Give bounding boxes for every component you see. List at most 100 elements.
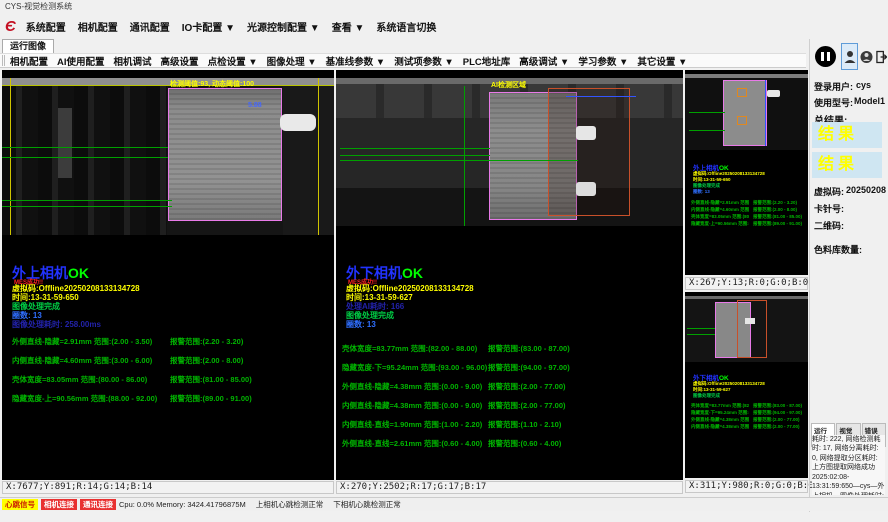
toolbar-item-baseline-params[interactable]: 基准线参数 ▼ xyxy=(326,54,386,68)
thumb-top-cursor-status: X:267;Y:13;R:0;G:0;B:0 xyxy=(685,277,808,290)
green-vertical-line xyxy=(464,86,465,226)
machine-rail xyxy=(685,296,808,299)
exit-door-icon xyxy=(876,50,887,64)
user-icon xyxy=(844,50,856,64)
alarm-range-text: 报警范围:(0.60 - 4.00) xyxy=(488,438,561,449)
loop-count: 圈数: 13 xyxy=(346,319,376,330)
measurement-text: 壳体宽度=83.05mm 范围:(80.00 - 86.00) xyxy=(12,374,147,385)
machine-frame xyxy=(2,86,167,235)
tab-run-image[interactable]: 运行图像 xyxy=(2,39,54,53)
login-user-value: cys xyxy=(856,80,871,90)
menu-item-view[interactable]: 查看 ▼ xyxy=(332,19,365,34)
orange-ai-box xyxy=(737,88,747,97)
alarm-range-text: 报警范围:(81.00 - 85.00) xyxy=(170,374,252,385)
measurement-text: 内侧直线-隐藏=4.60mm 范围:(3.00 - 6.00) xyxy=(12,355,152,366)
white-connector xyxy=(767,90,780,97)
exit-button[interactable] xyxy=(875,43,888,70)
menu-item-light-config[interactable]: 光源控制配置 ▼ xyxy=(247,19,320,34)
menu-item-camera-config[interactable]: 相机配置 xyxy=(78,19,118,34)
measurement-text: 壳体宽度=83.05mm 范围:(80.00 - 86.00) xyxy=(691,214,749,220)
alarm-range-text: 报警范围:(2.20 - 3.20) xyxy=(753,200,797,206)
login-user-label: 登录用户: xyxy=(814,80,853,93)
heartbeat-badge: 心跳信号 xyxy=(2,499,38,510)
green-measure-line xyxy=(340,155,490,156)
alarm-range-text: 报警范围:(2.00 - 77.00) xyxy=(488,400,566,411)
lower-camera-heartbeat-status: 下相机心跳检测正常 xyxy=(333,499,401,510)
toolbar-grip[interactable] xyxy=(2,55,5,66)
part-texture xyxy=(169,89,281,220)
alarm-range-text: 报警范围:(2.00 - 8.00) xyxy=(753,207,797,213)
menu-item-io-config[interactable]: IO卡配置 ▼ xyxy=(182,19,235,34)
measurement-text: 内侧直线-直线=1.90mm 范围:(1.00 - 2.20) xyxy=(342,419,482,430)
measurement-text: 隐藏宽度-上=90.56mm 范围:(88.00 - 92.00) xyxy=(691,221,749,227)
processing-elapsed: 图像处理耗时: 258.00ms xyxy=(12,319,101,330)
thumbnail-bottom-viewport[interactable]: 外下相机OK 虚拟码:Offline20250208133134728 时间:1… xyxy=(685,292,808,478)
toolbar-item-plc-address[interactable]: PLC地址库 xyxy=(463,54,511,68)
virtual-code-value: 20250208 xyxy=(846,185,886,195)
toolbar-item-camera-config[interactable]: 相机配置 xyxy=(10,54,48,68)
toolbar-item-advanced-debug[interactable]: 高级调试 ▼ xyxy=(519,54,569,68)
alarm-range-text: 报警范围:(1.10 - 2.10) xyxy=(488,419,561,430)
green-measure-line xyxy=(340,148,490,149)
toolbar-item-other-settings[interactable]: 其它设置 ▼ xyxy=(637,54,687,68)
tab-strip: 运行图像 xyxy=(2,39,808,53)
processing-done: 图像处理完成 xyxy=(693,393,720,399)
menu-item-system-config[interactable]: 系统配置 xyxy=(26,19,66,34)
comm-link-badge: 通讯连接 xyxy=(80,499,116,510)
toolbar-item-learning-params[interactable]: 学习参数 ▼ xyxy=(578,54,628,68)
left-camera-image: 检测阈值:93, 动态阈值:100 5.88 xyxy=(2,78,334,235)
user-login-button[interactable] xyxy=(841,43,858,70)
menu-item-language[interactable]: 系统语言切换 xyxy=(376,19,436,34)
measurement-text: 隐藏宽度-下=95.24mm 范围:(93.00 - 96.00) xyxy=(342,362,487,373)
middle-camera-viewport[interactable]: AI检测区域 外下相机OK MES成功!! 虚拟码:Offline2025020… xyxy=(336,70,683,480)
menu-bar: Є 系统配置 相机配置 通讯配置 IO卡配置 ▼ 光源控制配置 ▼ 查看 ▼ 系… xyxy=(0,13,888,39)
machine-slot xyxy=(58,108,72,178)
toolbar: 相机配置 AI使用配置 相机调试 高级设置 点检设置 ▼ 图像处理 ▼ 基准线参… xyxy=(0,53,806,68)
green-measure-line xyxy=(687,328,715,329)
toolbar-item-spot-check[interactable]: 点检设置 ▼ xyxy=(208,54,258,68)
white-highlight xyxy=(576,182,596,196)
measurement-text: 内侧直线-隐藏=4.38mm 范围:(0.00 - 9.00) xyxy=(691,424,749,430)
alarm-range-text: 报警范围:(2.00 - 8.00) xyxy=(170,355,243,366)
measurement-text: 外侧直线-隐藏=4.38mm 范围:(0.00 - 9.00) xyxy=(342,381,482,392)
toolbar-item-ai-config[interactable]: AI使用配置 xyxy=(57,54,105,68)
toolbar-item-camera-debug[interactable]: 相机调试 xyxy=(114,54,152,68)
app-statusbar: 心跳信号 相机连接 通讯连接 Cpu: 0.0% Memory: 3424.41… xyxy=(0,497,888,511)
ok-status: OK xyxy=(68,265,89,281)
measurement-text: 外侧直线-直线=2.61mm 范围:(0.60 - 4.00) xyxy=(342,438,482,449)
virtual-code-label: 虚拟码: xyxy=(814,185,844,198)
pause-icon xyxy=(815,46,836,67)
measurement-text: 隐藏宽度-上=90.56mm 范围:(88.00 - 92.00) xyxy=(12,393,157,404)
measurement-text: 外侧直线-隐藏=2.91mm 范围:(2.00 - 3.50) xyxy=(12,336,152,347)
white-highlight xyxy=(576,126,596,140)
thumbnail-top-viewport[interactable]: 外上相机OK 虚拟码:Offline20250208133134728 时间:1… xyxy=(685,70,808,275)
alarm-range-text: 报警范围:(89.00 - 91.00) xyxy=(753,221,802,227)
left-camera-viewport[interactable]: 检测阈值:93, 动态阈值:100 5.88 外上相机OK MES成功!! 虚拟… xyxy=(2,70,334,480)
measurement-text: 内侧直线-隐藏=4.38mm 范围:(0.00 - 9.00) xyxy=(342,400,482,411)
middle-cursor-status: X:270;Y:2502;R:17;G:17;B:17 xyxy=(336,481,683,494)
orange-ai-box xyxy=(737,116,747,125)
right-bound-line xyxy=(318,78,319,235)
model-label: 使用型号: xyxy=(814,96,853,109)
ok-status: OK xyxy=(402,265,423,281)
user-manage-button[interactable] xyxy=(859,43,874,70)
alarm-range-text: 报警范围:(2.00 - 77.00) xyxy=(753,417,800,423)
alarm-range-text: 报警范围:(81.00 - 85.00) xyxy=(753,214,802,220)
toolbar-item-image-processing[interactable]: 图像处理 ▼ xyxy=(267,54,317,68)
alarm-range-text: 报警范围:(2.20 - 3.20) xyxy=(170,336,243,347)
toolbar-item-test-params[interactable]: 测试项参数 ▼ xyxy=(394,54,454,68)
orange-ai-box xyxy=(548,88,630,216)
blue-measure-line xyxy=(765,80,766,146)
radius-label: 5.88 xyxy=(248,102,262,109)
alarm-range-text: 报警范围:(94.00 - 97.00) xyxy=(488,362,570,373)
white-highlight xyxy=(745,318,755,324)
menu-item-comm-config[interactable]: 通讯配置 xyxy=(130,19,170,34)
log-output[interactable]: 耗时: 222, 网络检测耗时: 17, 网络分离耗时: 0, 网络提取分区耗时… xyxy=(812,435,885,495)
model-value[interactable]: Model1 xyxy=(854,96,885,106)
green-measure-line xyxy=(689,112,725,113)
green-measure-line xyxy=(687,334,715,335)
toolbar-item-advanced-settings[interactable]: 高级设置 xyxy=(161,54,199,68)
measurement-text: 壳体宽度=83.77mm 范围:(82.00 - 88.00) xyxy=(342,343,477,354)
machine-side xyxy=(283,86,334,235)
pause-button[interactable] xyxy=(812,43,838,70)
